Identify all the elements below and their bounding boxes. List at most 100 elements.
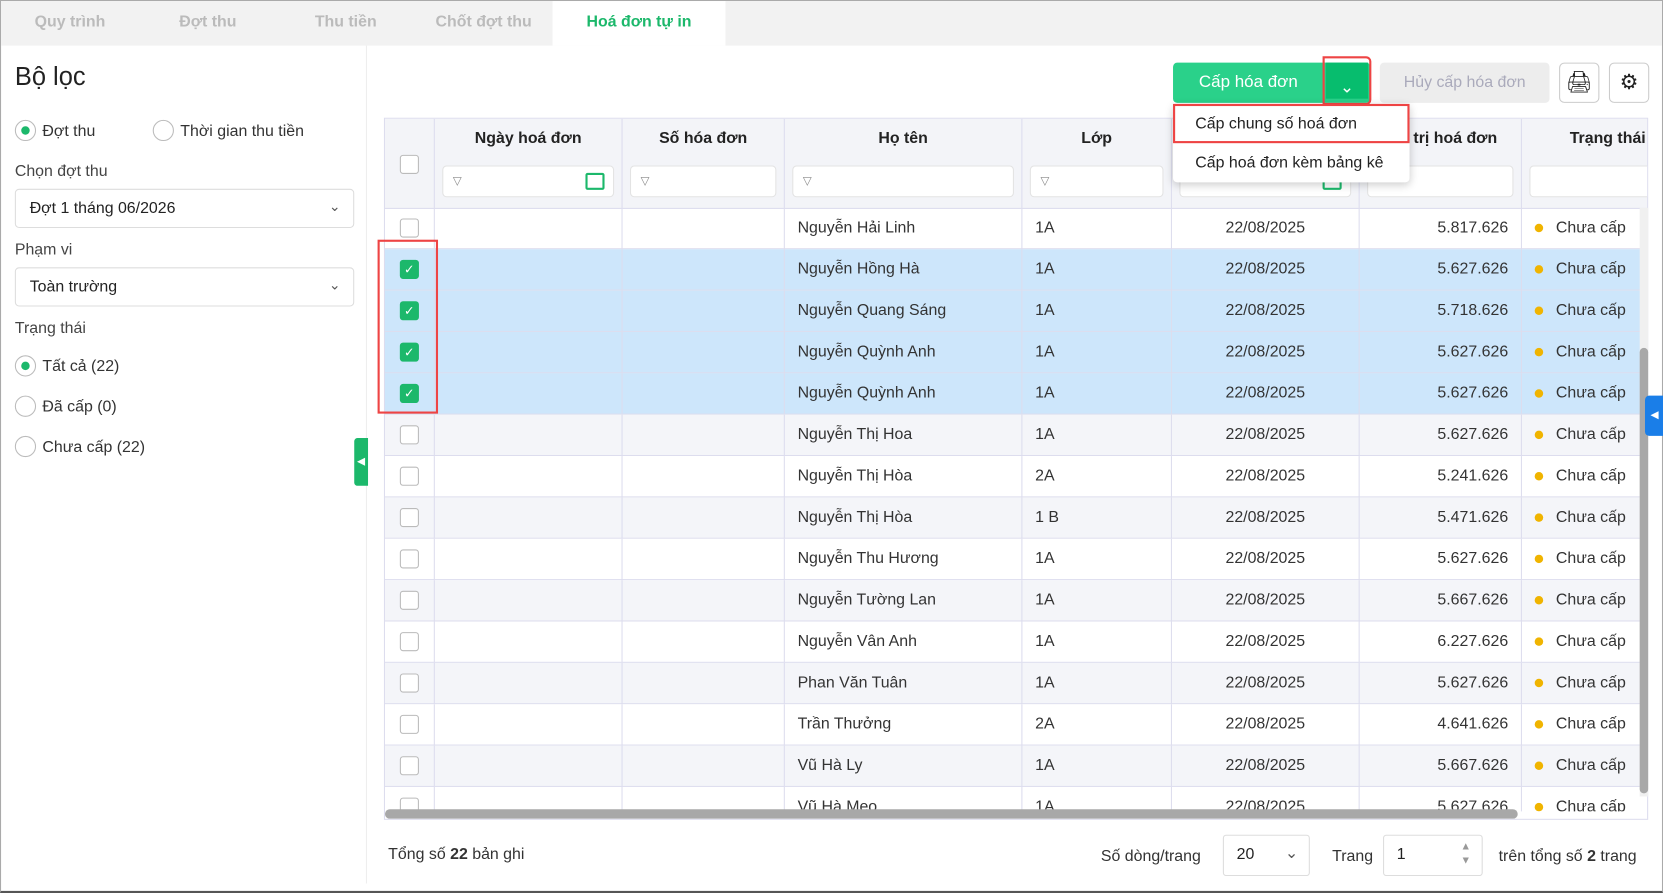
row-checkbox[interactable] [399, 549, 419, 569]
dropdown-toggle-chevron-icon[interactable]: ⌄ [1322, 56, 1372, 105]
cell-status: Chưa cấp [1522, 415, 1647, 456]
cell-status: Chưa cấp [1522, 291, 1647, 332]
select-all-checkbox[interactable] [399, 154, 419, 174]
print-icon[interactable]: 🖨 [1559, 62, 1600, 103]
expand-right-panel-button[interactable]: ◀ [1644, 395, 1663, 436]
table-row[interactable]: Nguyễn Thu Hương 1A 22/08/2025 5.627.626 Chư… [384, 538, 1648, 581]
radio-status-issued[interactable]: Đã cấp (0) [14, 395, 117, 417]
status-dot-icon [1534, 389, 1544, 398]
status-dot-icon [1534, 471, 1544, 481]
row-checkbox[interactable] [399, 466, 419, 486]
table-row[interactable]: ✓ Nguyễn Hồng Hà 1A 22/08/2025 5.627.626 Chưa… [384, 249, 1648, 291]
page-label: Trang [1332, 847, 1374, 866]
issue-invoice-button[interactable]: Cấp hóa đơn ⌄ [1173, 56, 1372, 105]
radio-icon [14, 119, 37, 142]
gear-icon[interactable]: ⚙ [1608, 62, 1650, 103]
radio-status-not-issued[interactable]: Chưa cấp (22) [14, 435, 145, 458]
tab-quy-trinh[interactable]: Quy trình [1, 1, 139, 46]
menu-item-with-list[interactable]: Cấp hoá đơn kèm bảng kê [1173, 143, 1410, 182]
status-text: Chưa cấp [1555, 632, 1626, 651]
table-row[interactable]: Nguyễn Vân Anh 1A 22/08/2025 6.227.626 Chưa … [384, 621, 1648, 663]
filter-input[interactable]: ▽ [792, 165, 1014, 198]
row-checkbox[interactable] [399, 632, 419, 652]
filter-input[interactable]: ▽ [1029, 165, 1164, 198]
table-row[interactable]: Vũ Hà Meo 1A 22/08/2025 5.627.626 Chưa cấp [384, 786, 1648, 812]
row-checkbox-cell [385, 662, 435, 705]
radio-status-all[interactable]: Tất cả (22) [14, 355, 119, 377]
tab-thu-tien[interactable]: Thu tiền [277, 1, 415, 46]
table-row[interactable]: Trần Thưởng 2A 22/08/2025 4.641.626 Chưa cấp [384, 704, 1648, 746]
vertical-scrollbar[interactable] [1639, 207, 1649, 797]
cell-class: 1A [1022, 249, 1172, 291]
filter-input[interactable] [1529, 165, 1648, 198]
row-checkbox[interactable] [399, 218, 419, 238]
col-label: Số hóa đơn [659, 129, 748, 148]
filter-input[interactable]: ▽ [442, 165, 615, 198]
cell-empty [435, 456, 623, 498]
table-row[interactable]: Nguyễn Hải Linh 1A 22/08/2025 5.817.626 Chưa… [384, 208, 1648, 250]
cell-class: 1A [1022, 621, 1172, 663]
row-checkbox[interactable] [399, 714, 419, 734]
pages-count: 2 [1587, 847, 1596, 866]
page-input[interactable]: 1 ▲ ▼ [1383, 834, 1483, 877]
radio-label: Đợt thu [42, 121, 96, 140]
row-checkbox[interactable] [399, 508, 419, 528]
cell-amount: 5.627.626 [1360, 373, 1522, 415]
cell-name: Nguyễn Thị Hòa [785, 497, 1023, 539]
status-dot-icon [1534, 554, 1544, 564]
row-checkbox[interactable] [399, 756, 419, 776]
row-checkbox[interactable] [399, 673, 419, 693]
cell-amount: 6.227.626 [1360, 621, 1522, 663]
table-row[interactable]: Nguyễn Tường Lan 1A 22/08/2025 5.667.626 Chư… [384, 580, 1648, 622]
calendar-icon[interactable] [585, 172, 605, 190]
tab-dot-thu[interactable]: Đợt thu [139, 1, 277, 46]
collapse-panel-button[interactable]: ◀ [354, 438, 369, 486]
cell-name: Nguyễn Thị Hoa [785, 414, 1023, 457]
radio-dot-thu[interactable]: Đợt thu [14, 119, 96, 142]
status-dot-icon [1534, 513, 1544, 522]
table-row[interactable]: ✓ Nguyễn Quỳnh Anh 1A 22/08/2025 5.627.626 Ch… [384, 331, 1648, 374]
horizontal-scrollbar[interactable] [384, 809, 1518, 819]
filter-input[interactable]: ▽ [629, 165, 777, 198]
total-prefix: Tổng số [388, 845, 446, 864]
cell-class: 1A [1022, 662, 1172, 705]
total-suffix: bản ghi [472, 845, 525, 864]
cell-date: 22/08/2025 [1172, 414, 1360, 457]
scope-select[interactable]: Toàn trường ⌄ [14, 267, 355, 307]
table-header: Ngày hoá đơn ▽ Số hóa đơn ▽ Họ tên ▽ Lớp ▽ G… [384, 118, 1648, 209]
rows-per-page-select[interactable]: 20 ⌄ [1222, 834, 1310, 877]
cell-date: 22/08/2025 [1172, 745, 1360, 787]
status-text: Chưa cấp [1555, 673, 1626, 692]
table-row[interactable]: Nguyễn Thị Hòa 1 B 22/08/2025 5.471.626 Chưa… [384, 497, 1648, 539]
cell-empty [623, 786, 785, 812]
table-row[interactable]: Phan Văn Tuân 1A 22/08/2025 5.627.626 Chưa c… [384, 662, 1648, 705]
cell-status: Chưa cấp [1522, 332, 1647, 373]
status-text: Chưa cấp [1555, 797, 1626, 812]
cell-empty [435, 331, 623, 374]
cell-empty [623, 538, 785, 581]
filter-icon: ▽ [452, 174, 462, 188]
period-select[interactable]: Đợt 1 tháng 06/2026 ⌄ [14, 188, 355, 229]
cancel-invoice-button[interactable]: Hủy cấp hóa đơn [1379, 62, 1550, 103]
cell-empty [623, 745, 785, 787]
row-checkbox[interactable] [399, 590, 419, 610]
cell-class: 1A [1022, 290, 1172, 332]
row-checkbox[interactable] [399, 425, 419, 445]
menu-item-shared-number[interactable]: Cấp chung số hoá đơn [1173, 103, 1410, 144]
stepper-icon[interactable]: ▲ ▼ [1461, 840, 1472, 868]
radio-thoi-gian[interactable]: Thời gian thu tiền [152, 119, 304, 142]
cell-date: 22/08/2025 [1172, 621, 1360, 663]
status-text: Chưa cấp [1555, 590, 1626, 609]
tab-hoa-don-tu-in[interactable]: Hoá đơn tự in [552, 1, 726, 46]
table-row[interactable]: ✓ Nguyễn Quỳnh Anh 1A 22/08/2025 5.627.626 Ch… [384, 373, 1648, 415]
tab-bar: Quy trình Đợt thu Thu tiền Chốt đợt thu … [1, 1, 1662, 46]
cell-empty [435, 208, 623, 250]
table-row[interactable]: Nguyễn Thị Hòa 2A 22/08/2025 5.241.626 Chưa … [384, 456, 1648, 498]
table-row[interactable]: ✓ Nguyễn Quang Sáng 1A 22/08/2025 5.718.626 C… [384, 290, 1648, 332]
cell-date: 22/08/2025 [1172, 786, 1360, 812]
tab-chot-dot-thu[interactable]: Chốt đợt thu [415, 1, 553, 46]
table-row[interactable]: Vũ Hà Ly 1A 22/08/2025 5.667.626 Chưa cấp [384, 745, 1648, 787]
cell-date: 22/08/2025 [1172, 373, 1360, 415]
row-checkbox-cell [385, 621, 435, 663]
table-row[interactable]: Nguyễn Thị Hoa 1A 22/08/2025 5.627.626 Chưa … [384, 414, 1648, 457]
